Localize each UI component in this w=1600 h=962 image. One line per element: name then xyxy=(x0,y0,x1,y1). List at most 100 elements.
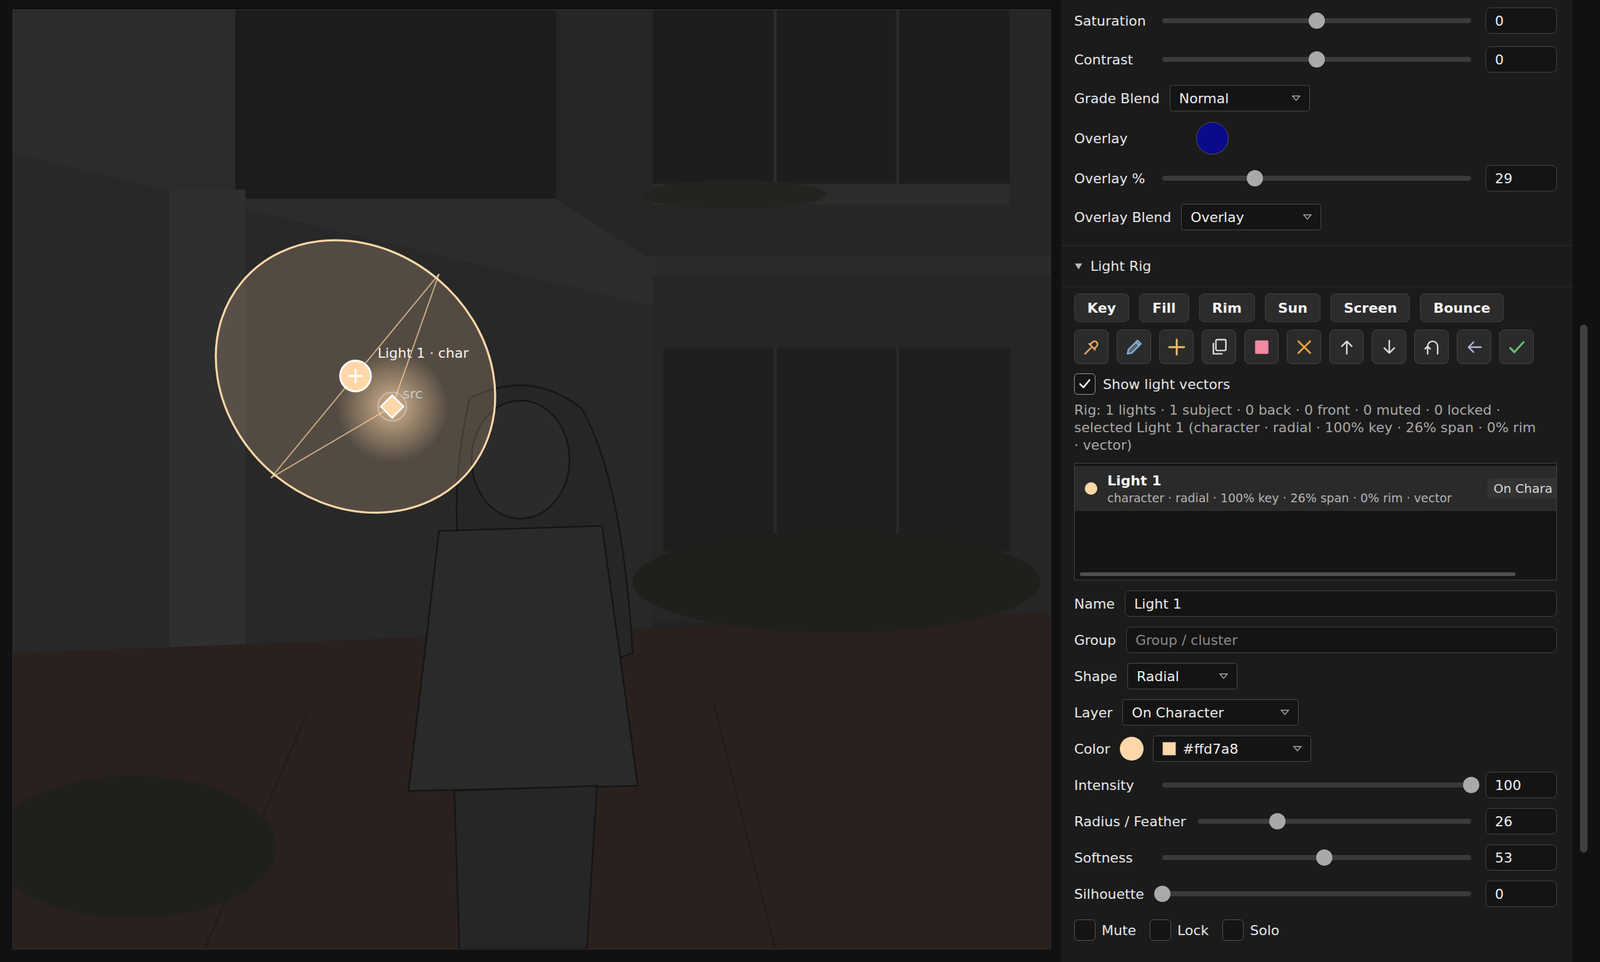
slider[interactable] xyxy=(1162,175,1472,181)
toggle-label: Solo xyxy=(1249,922,1280,938)
value-field[interactable]: 29 xyxy=(1485,165,1557,192)
panel-scrollbar[interactable] xyxy=(1579,0,1588,962)
preset-button[interactable]: Rim xyxy=(1199,293,1255,323)
slider[interactable] xyxy=(1197,818,1472,824)
toggle-label: Lock xyxy=(1177,922,1209,938)
row-label: Overlay Blend xyxy=(1074,209,1172,226)
value-field[interactable]: 0 xyxy=(1485,7,1557,34)
tool-button[interactable] xyxy=(1116,329,1152,364)
dropdown-value: #ffd7a8 xyxy=(1182,740,1287,757)
dropdown[interactable]: Radial xyxy=(1127,662,1238,690)
value-field[interactable]: 0 xyxy=(1485,46,1557,73)
tool-button[interactable] xyxy=(1499,329,1534,364)
preset-button[interactable]: Sun xyxy=(1264,293,1321,323)
slider[interactable] xyxy=(1162,782,1472,788)
value-field[interactable]: 100 xyxy=(1485,771,1557,798)
field-placeholder: Group / cluster xyxy=(1135,632,1238,648)
slider-thumb[interactable] xyxy=(1154,885,1171,902)
row-label: Radius / Feather xyxy=(1074,813,1198,830)
slider[interactable] xyxy=(1162,18,1472,24)
text-field[interactable]: Group / cluster xyxy=(1126,626,1557,653)
light-list-item[interactable]: Light 1 character · radial · 100% key · … xyxy=(1074,465,1557,511)
preset-button[interactable]: Key xyxy=(1074,293,1130,323)
tool-button[interactable] xyxy=(1074,329,1109,364)
pencil-icon xyxy=(1124,337,1145,358)
value-field[interactable]: 0 xyxy=(1485,880,1557,907)
row-label: Intensity xyxy=(1074,777,1163,793)
tool-button[interactable] xyxy=(1371,329,1407,364)
light-name: Light 1 xyxy=(1107,472,1478,489)
dropdown[interactable]: Normal xyxy=(1169,85,1310,112)
grade-row: Saturation 0 xyxy=(1074,1,1557,41)
grade-row: Contrast 0 xyxy=(1074,40,1557,79)
scrollbar-thumb[interactable] xyxy=(1579,324,1588,853)
slider[interactable] xyxy=(1162,890,1472,896)
light-source-handle[interactable] xyxy=(377,392,407,421)
preset-button[interactable]: Bounce xyxy=(1419,293,1504,323)
slider-thumb[interactable] xyxy=(1308,12,1325,29)
toggle[interactable]: Lock xyxy=(1149,919,1209,941)
property-row: Softness 53 xyxy=(1074,842,1557,872)
slider-thumb[interactable] xyxy=(1269,812,1286,830)
row-label: Shape xyxy=(1074,668,1118,685)
dropdown[interactable]: On Character xyxy=(1122,699,1299,726)
toggle[interactable]: Mute xyxy=(1074,919,1137,941)
tool-button[interactable] xyxy=(1244,329,1279,364)
tool-button[interactable] xyxy=(1456,329,1492,364)
property-row: Color #ffd7a8 xyxy=(1074,734,1557,763)
field-value: Light 1 xyxy=(1134,595,1182,612)
tool-button[interactable] xyxy=(1329,329,1364,364)
slider-thumb[interactable] xyxy=(1308,51,1325,68)
toggle[interactable]: Solo xyxy=(1222,919,1280,941)
plus-icon xyxy=(1166,337,1187,358)
checkbox[interactable] xyxy=(1074,373,1096,395)
row-label: Saturation xyxy=(1074,13,1163,29)
chevron-down-icon xyxy=(1293,744,1302,753)
row-label: Overlay xyxy=(1074,130,1163,147)
preset-bar: Key Fill Rim Sun Screen Bounce xyxy=(1074,293,1557,323)
row-label: Group xyxy=(1074,632,1117,648)
dropdown-value: Normal xyxy=(1179,90,1230,107)
property-row: Name Light 1 xyxy=(1074,588,1557,618)
value-field[interactable]: 26 xyxy=(1485,807,1557,835)
property-row: Intensity 100 xyxy=(1074,770,1557,800)
text-field[interactable]: Light 1 xyxy=(1124,590,1557,617)
overlay-color-swatch[interactable] xyxy=(1196,121,1229,155)
color-swatch[interactable] xyxy=(1119,736,1144,761)
property-row: Group Group / cluster xyxy=(1074,625,1557,655)
preset-button[interactable]: Screen xyxy=(1330,293,1410,323)
checkbox[interactable] xyxy=(1074,919,1096,941)
value-field[interactable]: 53 xyxy=(1485,844,1557,871)
tool-button[interactable] xyxy=(1414,329,1449,364)
light-rig-header[interactable]: Light Rig xyxy=(1061,245,1573,287)
dropdown[interactable]: Overlay xyxy=(1181,203,1322,231)
horizontal-scrollbar[interactable] xyxy=(1074,572,1557,576)
source-label: src xyxy=(402,385,423,402)
checkbox[interactable] xyxy=(1222,919,1244,941)
up-icon xyxy=(1336,337,1357,358)
row-label: Grade Blend xyxy=(1074,90,1160,107)
property-row: Shape Radial xyxy=(1074,661,1557,691)
light-canvas[interactable]: Light 1 · char src xyxy=(12,9,1052,950)
row-label: Contrast xyxy=(1074,51,1163,68)
tool-button[interactable] xyxy=(1201,329,1237,364)
scrollbar-thumb[interactable] xyxy=(1079,572,1516,576)
tool-button[interactable] xyxy=(1286,329,1322,364)
checkbox[interactable] xyxy=(1149,919,1172,941)
slider[interactable] xyxy=(1162,854,1472,860)
preset-button[interactable]: Fill xyxy=(1139,293,1190,323)
slider[interactable] xyxy=(1162,56,1472,62)
grade-row: Overlay Blend Overlay xyxy=(1074,197,1557,237)
color-dropdown[interactable]: #ffd7a8 xyxy=(1152,735,1312,762)
slider-thumb[interactable] xyxy=(1316,849,1333,866)
tool-button[interactable] xyxy=(1159,329,1194,364)
light-radius-ellipse[interactable] xyxy=(160,183,551,569)
expand-triangle-icon xyxy=(1074,262,1083,271)
light-item-text: Light 1 character · radial · 100% key · … xyxy=(1107,472,1478,505)
slider-thumb[interactable] xyxy=(1246,170,1263,187)
light-move-handle[interactable] xyxy=(340,360,371,392)
slider-thumb[interactable] xyxy=(1463,776,1480,793)
pick-icon xyxy=(1081,337,1102,358)
light-vector-lines xyxy=(270,273,439,478)
show-vectors-toggle[interactable]: Show light vectors xyxy=(1074,372,1557,396)
